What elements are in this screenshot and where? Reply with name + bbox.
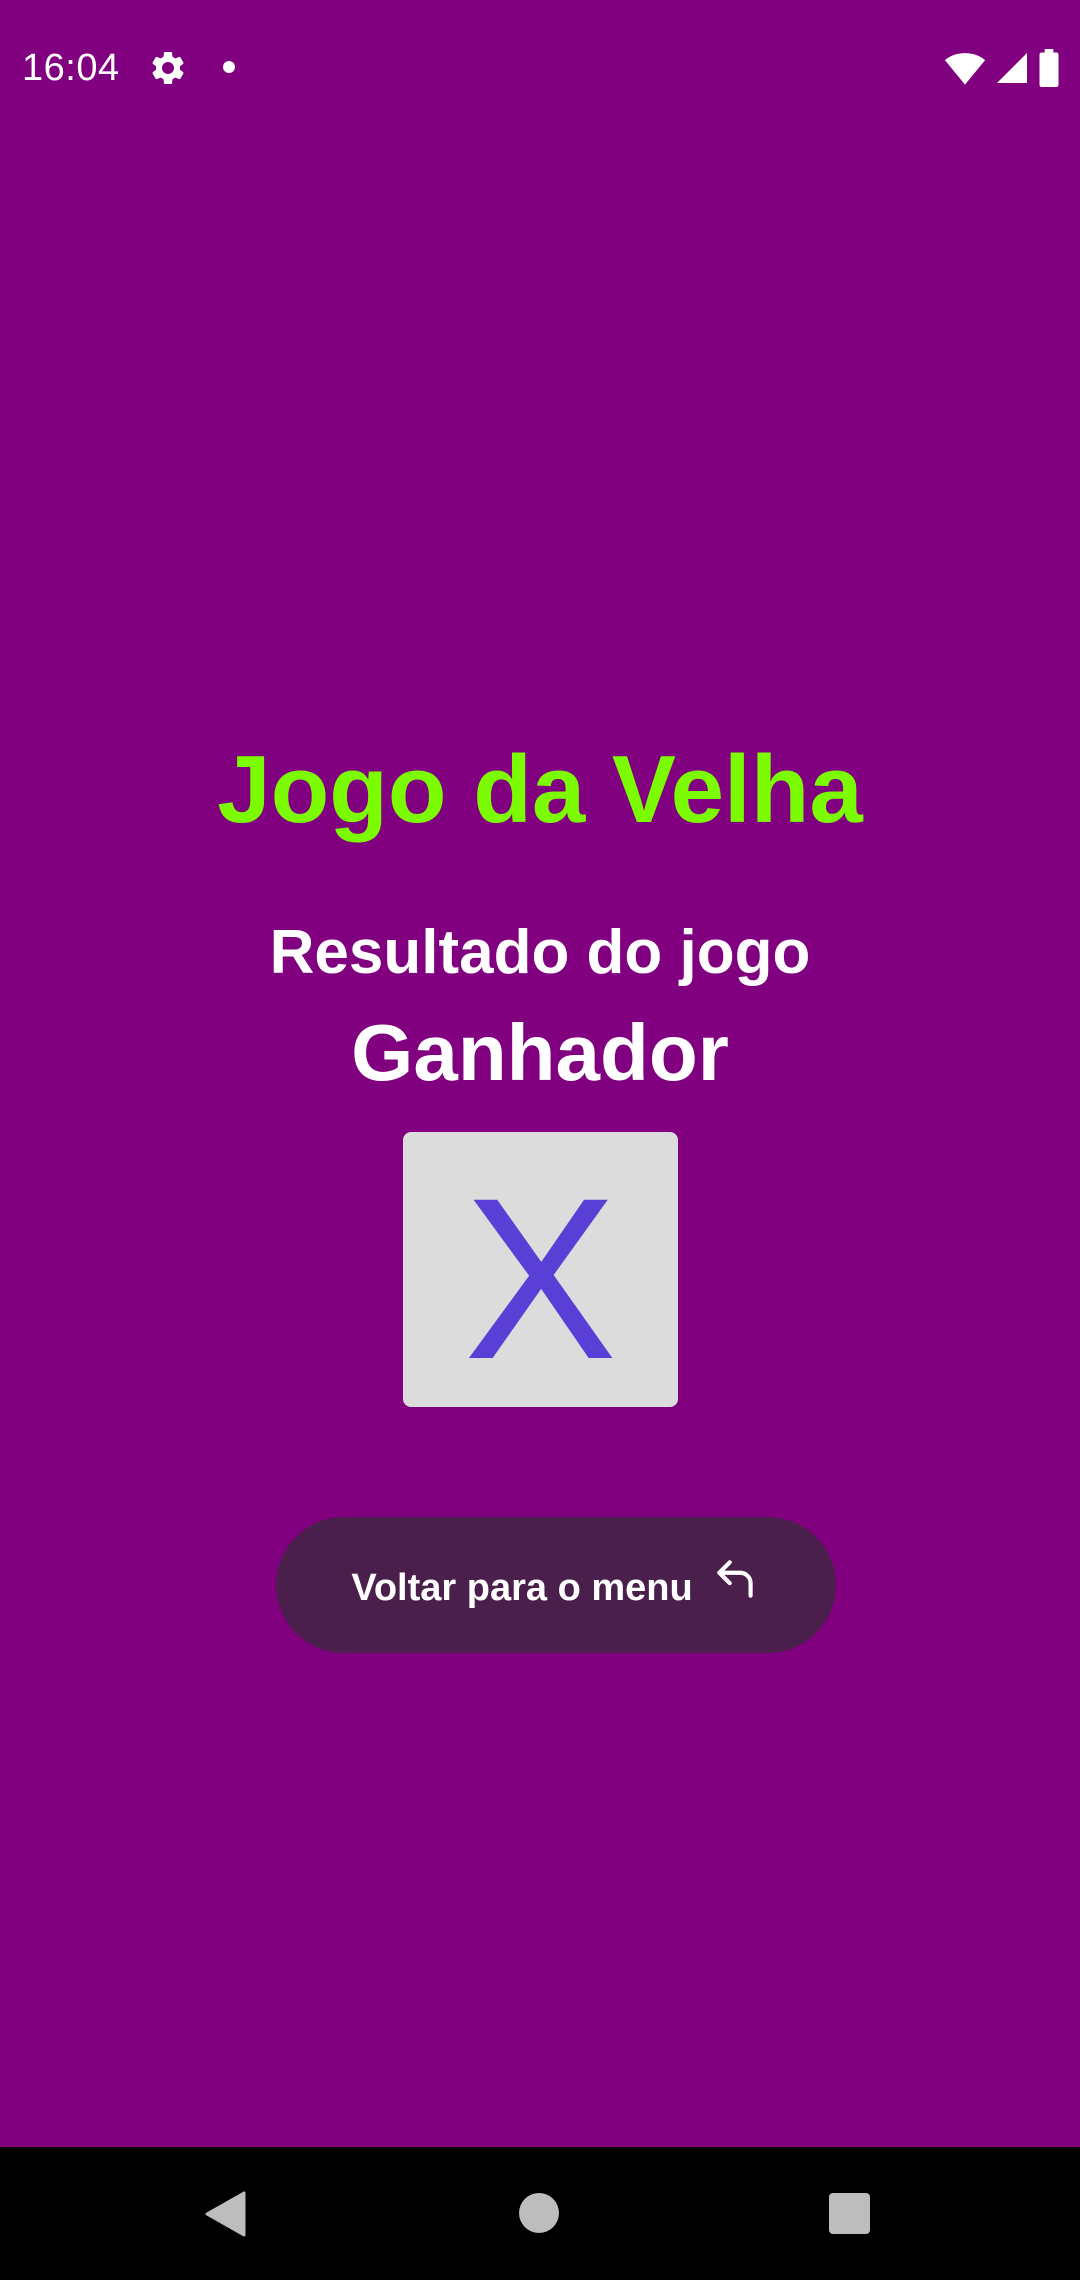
winner-tile: X: [403, 1132, 678, 1407]
navigation-bar: [0, 2147, 1080, 2280]
gear-icon: [148, 48, 188, 88]
result-label: Resultado do jogo: [269, 918, 811, 987]
home-icon[interactable]: [519, 2193, 559, 2233]
back-to-menu-button[interactable]: Voltar para o menu: [276, 1517, 836, 1653]
back-to-menu-label: Voltar para o menu: [351, 1566, 693, 1609]
battery-icon: [1038, 49, 1060, 87]
winner-symbol: X: [463, 1149, 618, 1407]
status-time: 16:04: [22, 47, 120, 89]
status-icons: [944, 48, 1060, 88]
winner-label: Ganhador: [351, 1008, 729, 1097]
undo-arrow-icon: [711, 1554, 761, 1604]
signal-icon: [994, 50, 1030, 86]
wifi-icon: [944, 50, 986, 86]
notification-dot-icon: [223, 61, 235, 73]
status-bar: 16:04: [0, 0, 1080, 135]
recents-icon[interactable]: [829, 2193, 870, 2234]
page-title: Jogo da Velha: [217, 736, 863, 843]
back-icon[interactable]: [204, 2191, 248, 2237]
